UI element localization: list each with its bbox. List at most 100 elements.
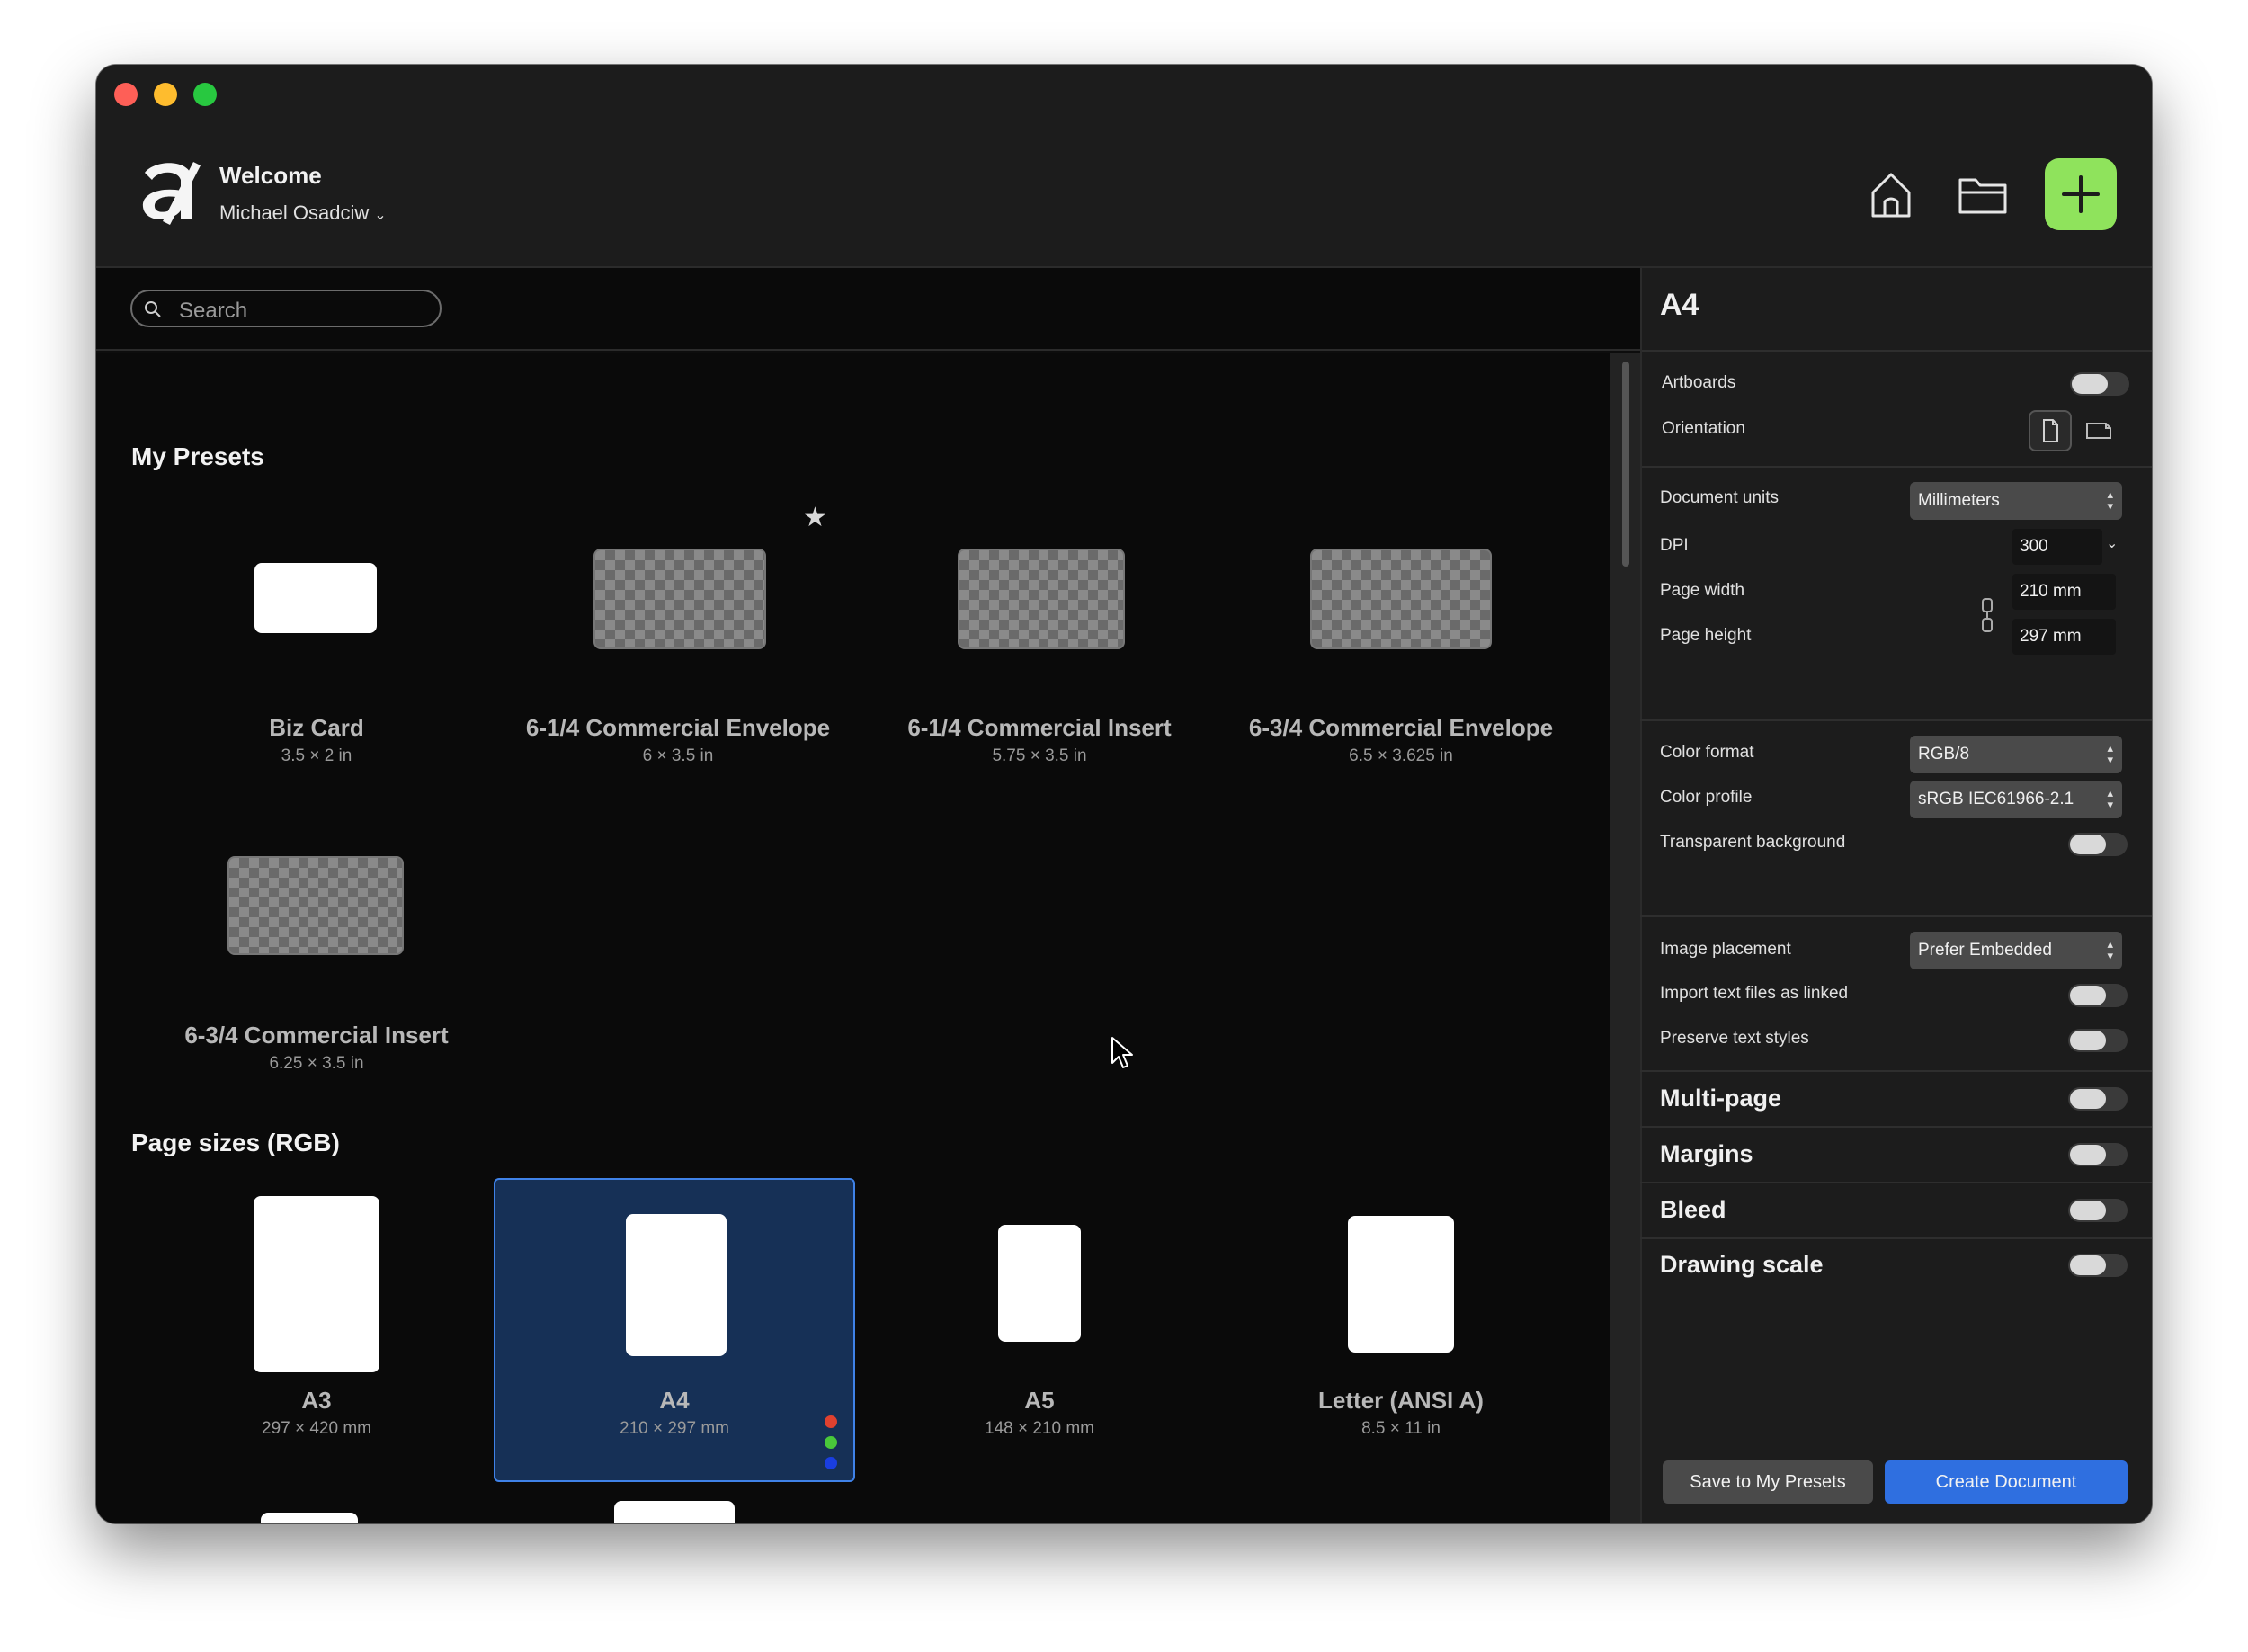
page-thumbnail bbox=[998, 1225, 1081, 1342]
preset-thumbnail bbox=[254, 563, 377, 633]
preset-name: Biz Card bbox=[269, 714, 364, 741]
import-text-linked-label: Import text files as linked bbox=[1660, 984, 1849, 1003]
drawing-scale-label: Drawing scale bbox=[1660, 1251, 1824, 1278]
zoom-window-button[interactable] bbox=[193, 83, 217, 106]
user-menu[interactable]: Michael Osadciw ⌄ bbox=[219, 201, 387, 225]
page-size-tile[interactable]: A5 148 × 210 mm bbox=[859, 1178, 1220, 1482]
bleed-toggle[interactable] bbox=[2068, 1199, 2128, 1222]
transparent-background-toggle[interactable] bbox=[2068, 833, 2128, 856]
page-height-value: 297 mm bbox=[2020, 627, 2082, 646]
divider bbox=[1640, 1237, 2152, 1239]
divider bbox=[1640, 1182, 2152, 1183]
page-width-field[interactable]: 210 mm bbox=[2012, 574, 2116, 610]
preset-gallery: My Presets Biz Card 3.5 × 2 in ★ 6-1/4 C… bbox=[96, 353, 1610, 1523]
preserve-text-styles-label: Preserve text styles bbox=[1660, 1029, 1809, 1048]
welcome-title: Welcome bbox=[219, 162, 322, 189]
up-down-arrows-icon: ▴ ▾ bbox=[2107, 786, 2113, 811]
page-size-name: A3 bbox=[301, 1387, 332, 1414]
scrollbar-thumb[interactable] bbox=[1622, 362, 1629, 567]
document-units-select[interactable]: Millimeters ▴ ▾ bbox=[1910, 482, 2122, 520]
search-bar: Search bbox=[96, 268, 1640, 351]
multi-page-toggle[interactable] bbox=[2068, 1087, 2128, 1111]
color-format-label: Color format bbox=[1660, 743, 1754, 762]
drawing-scale-toggle[interactable] bbox=[2068, 1254, 2128, 1277]
margins-toggle[interactable] bbox=[2068, 1143, 2128, 1166]
home-icon[interactable] bbox=[1864, 167, 1918, 221]
close-window-button[interactable] bbox=[114, 83, 138, 106]
color-profile-select[interactable]: sRGB IEC61966-2.1 ▴ ▾ bbox=[1910, 781, 2122, 818]
page-thumbnail bbox=[1348, 1216, 1454, 1353]
section-title-my-presets: My Presets bbox=[131, 442, 264, 470]
divider bbox=[1640, 1070, 2152, 1072]
preset-tile[interactable]: 6-3/4 Commercial Envelope 6.5 × 3.625 in bbox=[1220, 478, 1582, 782]
folder-icon[interactable] bbox=[1956, 167, 2010, 221]
bleed-label: Bleed bbox=[1660, 1196, 1726, 1223]
preset-thumbnail bbox=[593, 549, 766, 649]
user-name: Michael Osadciw bbox=[219, 201, 370, 224]
preset-size: 5.75 × 3.5 in bbox=[992, 746, 1087, 765]
new-document-button[interactable] bbox=[2045, 158, 2117, 230]
multi-page-label: Multi-page bbox=[1660, 1085, 1781, 1112]
up-down-arrows-icon: ▴ ▾ bbox=[2107, 937, 2113, 962]
search-input[interactable]: Search bbox=[130, 290, 442, 327]
title-bar bbox=[96, 65, 2152, 121]
section-title-page-sizes: Page sizes (RGB) bbox=[131, 1129, 340, 1156]
preset-name: 6-3/4 Commercial Insert bbox=[184, 1022, 449, 1049]
color-format-value: RGB/8 bbox=[1918, 745, 1970, 763]
link-dimensions-icon[interactable] bbox=[1979, 597, 1995, 633]
dpi-field[interactable]: 300 bbox=[2012, 529, 2102, 565]
preset-size: 6 × 3.5 in bbox=[642, 746, 714, 765]
page-size-dimensions: 297 × 420 mm bbox=[262, 1419, 371, 1438]
rgb-green-dot bbox=[825, 1436, 837, 1449]
image-placement-select[interactable]: Prefer Embedded ▴ ▾ bbox=[1910, 932, 2122, 969]
preset-size: 6.25 × 3.5 in bbox=[269, 1054, 364, 1073]
preset-size: 6.5 × 3.625 in bbox=[1349, 746, 1453, 765]
preset-name: 6-1/4 Commercial Envelope bbox=[525, 714, 831, 741]
page-thumbnail bbox=[254, 1196, 379, 1372]
welcome-header: Welcome Michael Osadciw ⌄ bbox=[96, 121, 2152, 268]
scrollbar[interactable] bbox=[1610, 353, 1640, 1523]
document-units-value: Millimeters bbox=[1918, 491, 2000, 510]
create-document-button[interactable]: Create Document bbox=[1885, 1460, 2128, 1504]
rgb-blue-dot bbox=[825, 1457, 837, 1469]
page-size-dimensions: 210 × 297 mm bbox=[620, 1419, 729, 1438]
save-to-presets-button[interactable]: Save to My Presets bbox=[1663, 1460, 1873, 1504]
preserve-text-styles-toggle[interactable] bbox=[2068, 1029, 2128, 1052]
page-size-tile-selected[interactable]: A4 210 × 297 mm bbox=[494, 1178, 855, 1482]
page-size-tile[interactable]: A3 297 × 420 mm bbox=[136, 1178, 497, 1482]
search-icon bbox=[145, 301, 161, 317]
import-text-linked-toggle[interactable] bbox=[2068, 984, 2128, 1007]
page-size-tile[interactable]: Letter (ANSI A) 8.5 × 11 in bbox=[1220, 1178, 1582, 1482]
star-icon[interactable]: ★ bbox=[803, 502, 827, 533]
document-units-label-text: Document units bbox=[1660, 488, 1780, 507]
chevron-down-icon: ⌄ bbox=[374, 208, 387, 223]
dpi-dropdown-chevron-icon[interactable]: ⌄ bbox=[2106, 534, 2118, 552]
page-size-dimensions: 148 × 210 mm bbox=[985, 1419, 1094, 1438]
minimize-window-button[interactable] bbox=[154, 83, 177, 106]
page-thumbnail[interactable] bbox=[261, 1513, 358, 1523]
plus-icon bbox=[2062, 175, 2100, 213]
page-height-field[interactable]: 297 mm bbox=[2012, 619, 2116, 655]
page-thumbnail[interactable] bbox=[614, 1501, 735, 1523]
preset-tile[interactable]: 6-3/4 Commercial Insert 6.25 × 3.5 in bbox=[136, 786, 497, 1090]
page-size-name: Letter (ANSI A) bbox=[1318, 1387, 1484, 1414]
margins-label: Margins bbox=[1660, 1140, 1753, 1167]
preset-tile[interactable]: ★ 6-1/4 Commercial Envelope 6 × 3.5 in bbox=[497, 478, 859, 782]
divider bbox=[1640, 915, 2152, 917]
divider bbox=[1640, 1126, 2152, 1128]
affinity-logo-icon bbox=[142, 162, 201, 225]
preset-size: 3.5 × 2 in bbox=[281, 746, 352, 765]
page-width-value: 210 mm bbox=[2020, 582, 2082, 601]
page-thumbnail bbox=[626, 1214, 727, 1356]
up-down-arrows-icon: ▴ ▾ bbox=[2107, 741, 2113, 766]
page-size-name: A4 bbox=[659, 1387, 690, 1414]
transparent-background-label: Transparent background bbox=[1660, 833, 1846, 852]
page-size-dimensions: 8.5 × 11 in bbox=[1361, 1419, 1441, 1438]
preset-name: 6-1/4 Commercial Insert bbox=[907, 714, 1172, 741]
mouse-cursor-icon bbox=[1111, 1037, 1133, 1068]
preset-tile[interactable]: Biz Card 3.5 × 2 in bbox=[136, 478, 497, 782]
image-placement-value: Prefer Embedded bbox=[1918, 941, 2052, 960]
preset-tile[interactable]: 6-1/4 Commercial Insert 5.75 × 3.5 in bbox=[859, 478, 1220, 782]
color-format-select[interactable]: RGB/8 ▴ ▾ bbox=[1910, 736, 2122, 773]
dpi-label: DPI bbox=[1660, 536, 1689, 555]
